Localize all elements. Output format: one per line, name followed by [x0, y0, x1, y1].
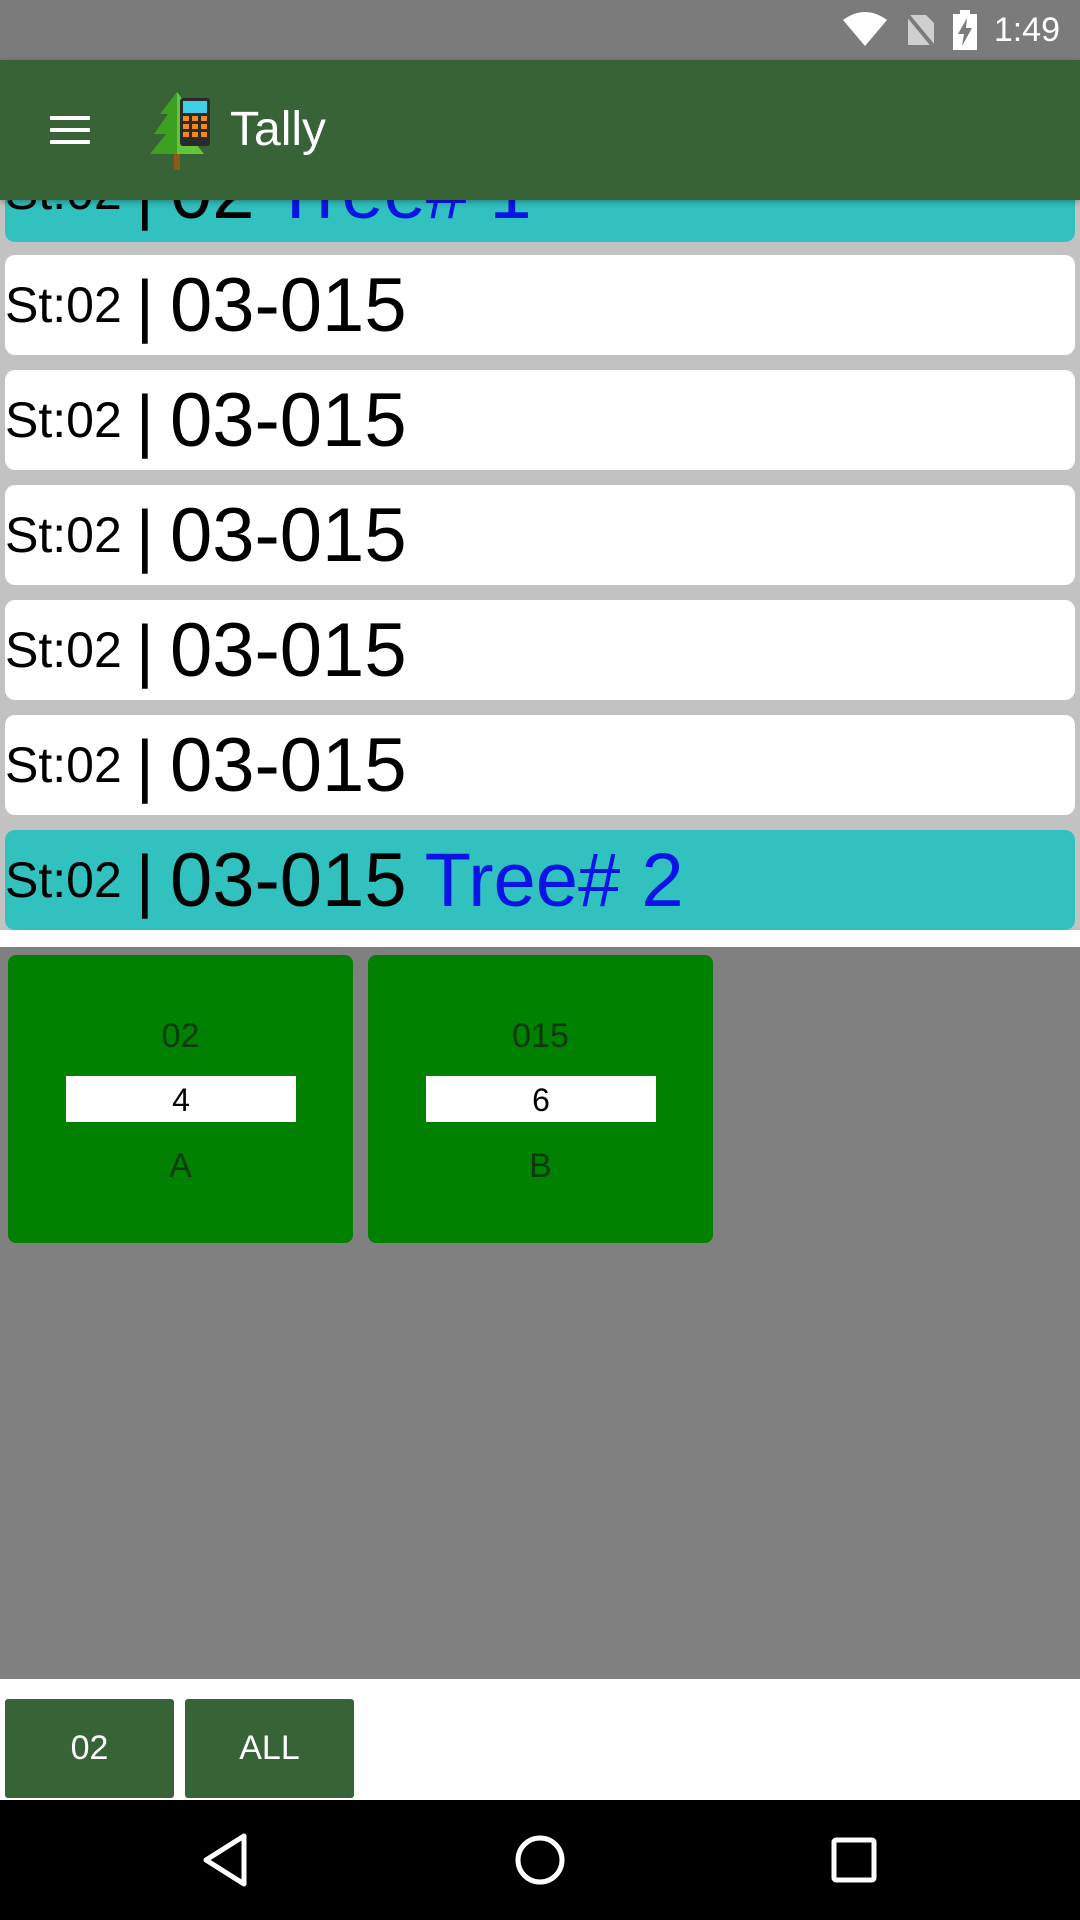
home-icon[interactable] [510, 1830, 570, 1890]
card-code: 015 [512, 1017, 569, 1055]
count-card[interactable]: 015 6 B [368, 955, 713, 1243]
separator: | [135, 496, 154, 574]
separator: | [135, 611, 154, 689]
status-icons: 1:49 [842, 0, 1060, 60]
tree-number: Tree# 1 [272, 200, 531, 236]
species-code: 03-015 [169, 837, 407, 923]
app-title: Tally [230, 103, 327, 156]
tally-list[interactable]: St:02 | 02 Tree# 1 St:02 | 03-015 St:02 … [0, 200, 1080, 945]
navigation-bar [0, 1800, 1080, 1920]
species-code: 03-015 [169, 722, 407, 808]
back-icon[interactable] [196, 1830, 256, 1890]
list-item[interactable]: St:02 | 03-015 [5, 370, 1075, 470]
separator: | [135, 726, 154, 804]
station-label: St:02 [5, 737, 122, 793]
list-item[interactable]: St:02 | 03-015 [5, 255, 1075, 355]
battery-charging-icon [952, 10, 977, 50]
card-label: B [529, 1147, 552, 1185]
no-sim-icon [904, 11, 936, 49]
list-item[interactable]: St:02 | 03-015 [5, 600, 1075, 700]
station-label: St:02 [5, 507, 122, 563]
species-code: 02 [170, 200, 255, 236]
separator: | [135, 266, 154, 344]
tree-number: Tree# 2 [424, 837, 684, 923]
list-divider [0, 930, 1080, 947]
species-code: 03-015 [169, 607, 407, 693]
count-card[interactable]: 02 4 A [8, 955, 353, 1243]
all-button[interactable]: ALL [185, 1699, 354, 1798]
wifi-icon [842, 12, 887, 46]
app-bar: Tally [0, 60, 1080, 200]
list-item[interactable]: St:02 | 03-015 Tree# 2 [5, 830, 1075, 930]
station-label: St:02 [5, 392, 122, 448]
list-item[interactable]: St:02 | 03-015 [5, 485, 1075, 585]
card-code: 02 [161, 1017, 200, 1055]
station-label: St:02 [5, 277, 122, 333]
species-code: 03-015 [169, 492, 407, 578]
species-code: 03-015 [169, 377, 407, 463]
card-label: A [169, 1147, 192, 1185]
tree-calculator-logo [150, 92, 210, 170]
clock: 1:49 [993, 10, 1060, 49]
separator: | [135, 381, 154, 459]
card-count: 6 [426, 1076, 656, 1122]
hamburger-menu-icon[interactable] [50, 116, 90, 144]
station-label: St:02 [5, 852, 122, 908]
status-bar: 1:49 [0, 0, 1080, 60]
card-count: 4 [66, 1076, 296, 1122]
station-label: St:02 [5, 622, 122, 678]
station-label: St:02 [5, 200, 122, 221]
stratum-button[interactable]: 02 [5, 1699, 174, 1798]
bottom-bar: 02 ALL [0, 1679, 1080, 1800]
list-item[interactable]: St:02 | 03-015 [5, 715, 1075, 815]
separator: | [135, 841, 154, 919]
list-item[interactable]: St:02 | 02 Tree# 1 [5, 200, 1075, 242]
separator: | [136, 200, 154, 232]
species-code: 03-015 [169, 262, 407, 348]
recents-icon[interactable] [824, 1830, 884, 1890]
